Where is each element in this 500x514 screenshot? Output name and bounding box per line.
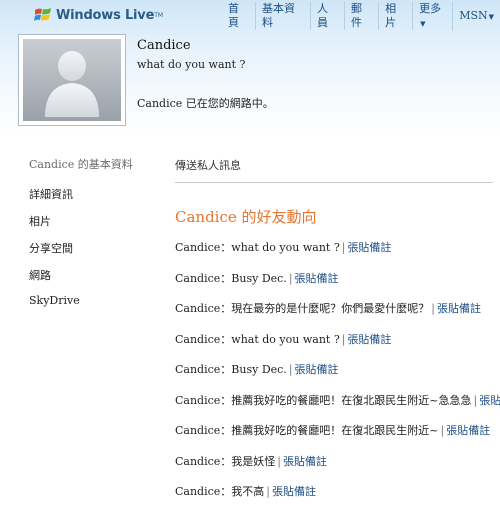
sidebar-item-details[interactable]: 詳細資訊 (29, 186, 149, 213)
feed-item: Candice：我是妖怪 | 張貼備註 (175, 453, 493, 484)
separator: | (288, 271, 293, 285)
logo-trademark: TM (154, 11, 164, 19)
separator: | (431, 302, 436, 315)
feed-item: Candice：推薦我好吃的餐廳吧！在復北跟民生附近~急急急|張貼備註 (175, 392, 500, 423)
nav-people[interactable]: 人員 (311, 2, 346, 30)
sidebar-item-network[interactable]: 網路 (29, 267, 149, 294)
post-note-link[interactable]: 張貼備註 (295, 272, 339, 285)
header-bar: Windows Live TM 首頁 基本資料 人員 郵件 相片 更多 ▼ MSN… (0, 0, 500, 135)
post-note-link[interactable]: 張貼備註 (347, 333, 391, 346)
top-navigation: 首頁 基本資料 人員 郵件 相片 更多▼ MSN▼ (222, 1, 500, 31)
feed-item-text: Candice：我不高 (175, 485, 265, 498)
default-user-silhouette-icon (45, 51, 99, 117)
nav-more-label: 更多 (419, 1, 442, 15)
post-note-link[interactable]: 張貼備註 (479, 394, 500, 407)
feed-item-text: Candice：Busy Dec. (175, 271, 287, 285)
feed-item: Candice：what do you want ? | 張貼備註 (175, 331, 493, 362)
post-note-link[interactable]: 張貼備註 (272, 485, 316, 498)
separator: | (277, 454, 282, 468)
main-content: 傳送私人訊息 Candice 的好友動向 Candice：what do you… (175, 157, 500, 514)
avatar-image (23, 39, 121, 121)
feed-item: Candice：Busy Dec. | 張貼備註 (175, 270, 493, 301)
feed-item: Candice：what do you want ? | 張貼備註 (175, 239, 493, 270)
sidebar-title: Candice 的基本資料 (29, 158, 133, 171)
nav-mail[interactable]: 郵件 (345, 2, 380, 30)
feed-item-text: Candice：what do you want ? (175, 332, 340, 346)
feed-item: Candice：推薦我好吃的餐廳吧！在復北跟民生附近~ | 張貼備註 (175, 422, 493, 453)
feed-item-text: Candice：推薦我好吃的餐廳吧！在復北跟民生附近~急急急 (175, 393, 472, 407)
nav-profile[interactable]: 基本資料 (256, 2, 312, 30)
network-status-text: Candice 已在您的網路中。 (137, 97, 274, 110)
profile-name: Candice (137, 38, 191, 53)
windows-flag-icon (34, 8, 51, 21)
post-note-link[interactable]: 張貼備註 (283, 455, 327, 468)
separator: | (341, 241, 346, 254)
post-note-link[interactable]: 張貼備註 (437, 302, 481, 315)
feed-item-text: Candice：現在最夯的是什麼呢？你們最愛什麼呢？ (175, 302, 430, 315)
nav-home[interactable]: 首頁 (222, 2, 257, 30)
separator: | (266, 485, 271, 498)
feed-item-text: Candice：what do you want ? (175, 241, 340, 254)
sidebar-item-spaces[interactable]: 分享空間 (29, 240, 149, 267)
feed-item-text: Candice：Busy Dec. (175, 363, 287, 376)
sidebar-item-photos[interactable]: 相片 (29, 213, 149, 240)
sidebar-item-skydrive[interactable]: SkyDrive (29, 294, 149, 321)
feed-item-text: Candice：推薦我好吃的餐廳吧！在復北跟民生附近~ (175, 424, 439, 437)
windows-live-logo[interactable]: Windows Live TM (34, 5, 163, 25)
send-private-message-link[interactable]: 傳送私人訊息 (175, 157, 493, 183)
profile-sidebar: Candice 的基本資料 詳細資訊 相片 分享空間 網路 SkyDrive (29, 156, 149, 321)
separator: | (341, 332, 346, 346)
activity-feed-title: Candice 的好友動向 (175, 208, 317, 226)
logo-text: Windows Live (56, 7, 155, 23)
caret-down-icon: ▼ (488, 12, 495, 21)
separator: | (473, 393, 478, 407)
feed-item: Candice：現在最夯的是什麼呢？你們最愛什麼呢？ | 張貼備註 (175, 300, 493, 331)
separator: | (288, 363, 293, 376)
post-note-link[interactable]: 張貼備註 (446, 424, 490, 437)
nav-msn-label: MSN (459, 8, 488, 22)
post-note-link[interactable]: 張貼備註 (347, 241, 391, 254)
caret-down-icon: ▼ (420, 19, 426, 28)
post-note-link[interactable]: 張貼備註 (295, 363, 339, 376)
nav-msn[interactable]: MSN▼ (453, 9, 500, 24)
feed-item: Candice：Busy Dec. | 張貼備註 (175, 361, 493, 392)
separator: | (440, 424, 445, 437)
profile-status-message: what do you want ? (137, 58, 246, 71)
avatar[interactable] (18, 34, 126, 126)
nav-more[interactable]: 更多 ▼ (413, 1, 454, 31)
feed-item: Candice：我不高 | 張貼備註 (175, 483, 493, 514)
nav-photos[interactable]: 相片 (379, 2, 414, 30)
feed-item-text: Candice：我是妖怪 (175, 454, 276, 468)
